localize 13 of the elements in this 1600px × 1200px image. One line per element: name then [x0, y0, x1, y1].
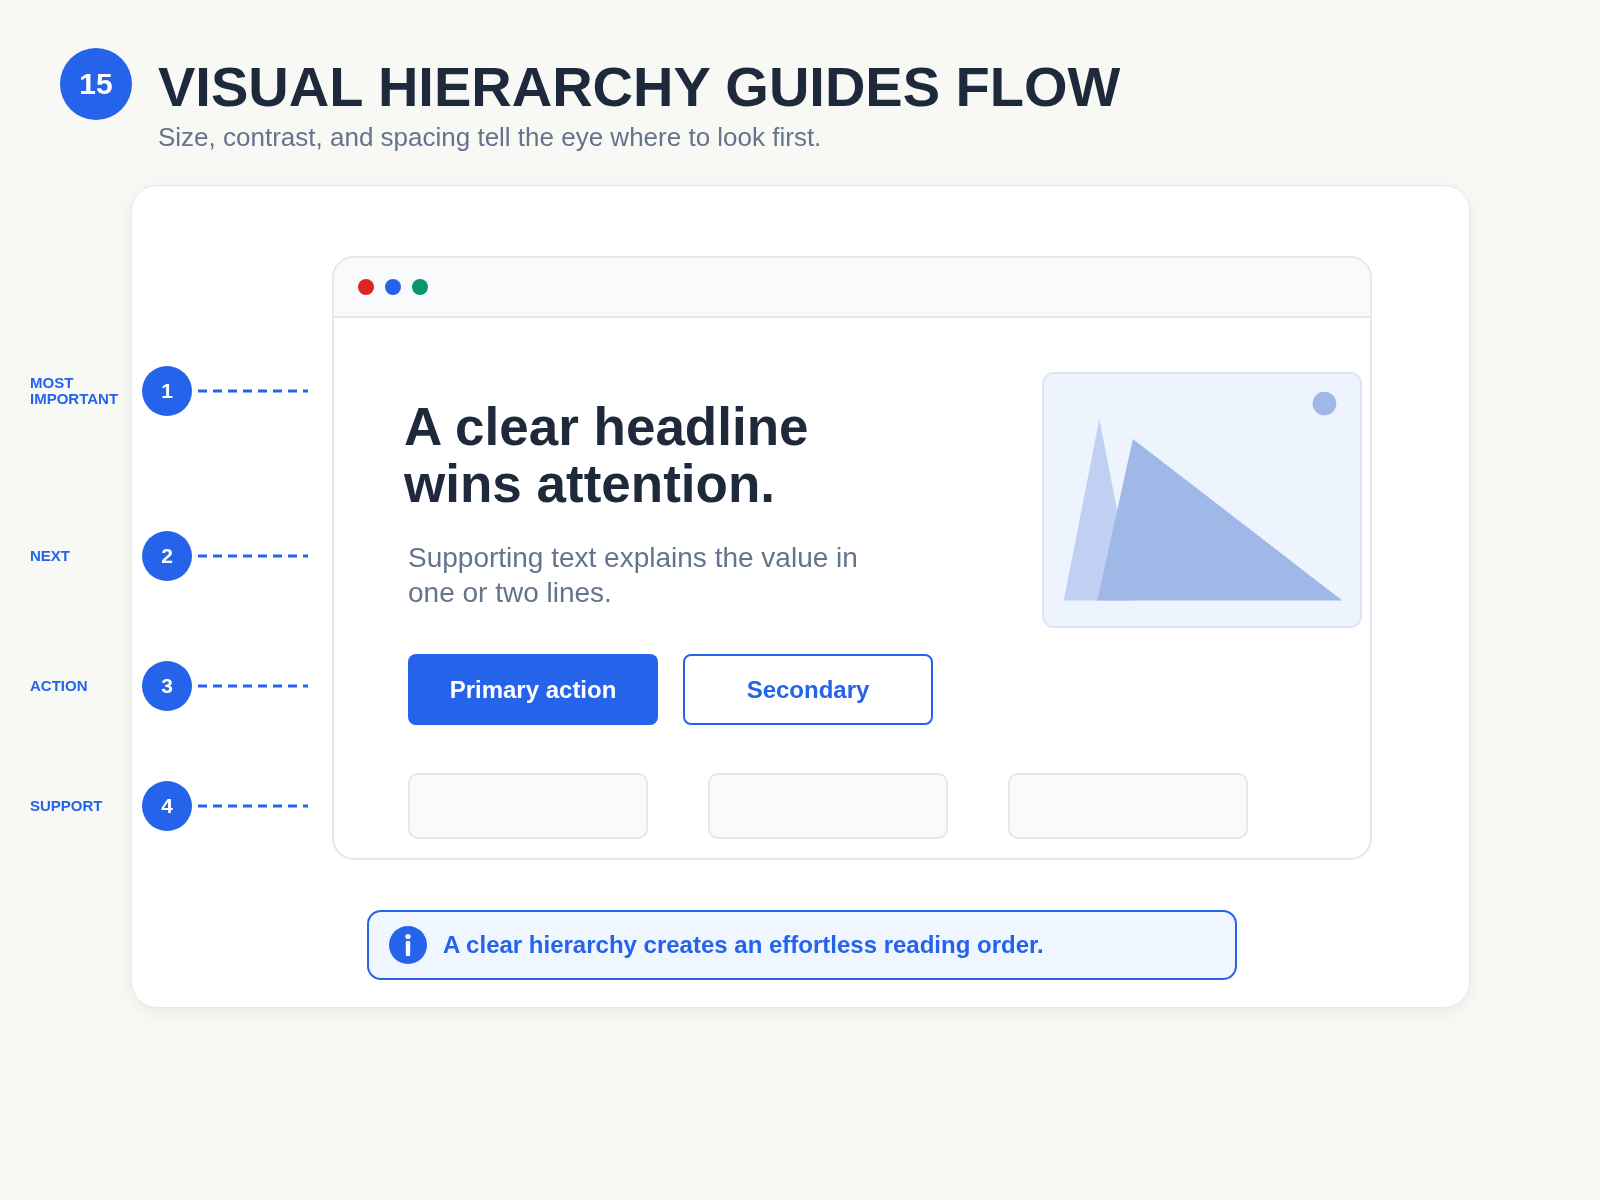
primary-button[interactable]: Primary action [408, 654, 658, 726]
priority-label: ACTION [30, 677, 89, 695]
secondary-button[interactable]: Secondary [683, 654, 933, 726]
headline: A clear headline wins attention. [404, 397, 810, 513]
info-text: A clear hierarchy creates an effortless reading order. [443, 930, 1044, 959]
priority-label: SUPPORT [30, 797, 104, 815]
step-badge: 15 [60, 48, 132, 120]
supporting-text: Supporting text explains the value in one or two lines. [407, 541, 859, 611]
info-icon [389, 925, 427, 964]
page-title: VISUAL HIERARCHY GUIDES FLOW [158, 56, 1121, 118]
priority-label: MOST IMPORTANT [30, 374, 120, 408]
priority-label: NEXT [30, 547, 71, 565]
page-subtitle: Size, contrast, and spacing tell the eye where to look first. [158, 121, 823, 153]
